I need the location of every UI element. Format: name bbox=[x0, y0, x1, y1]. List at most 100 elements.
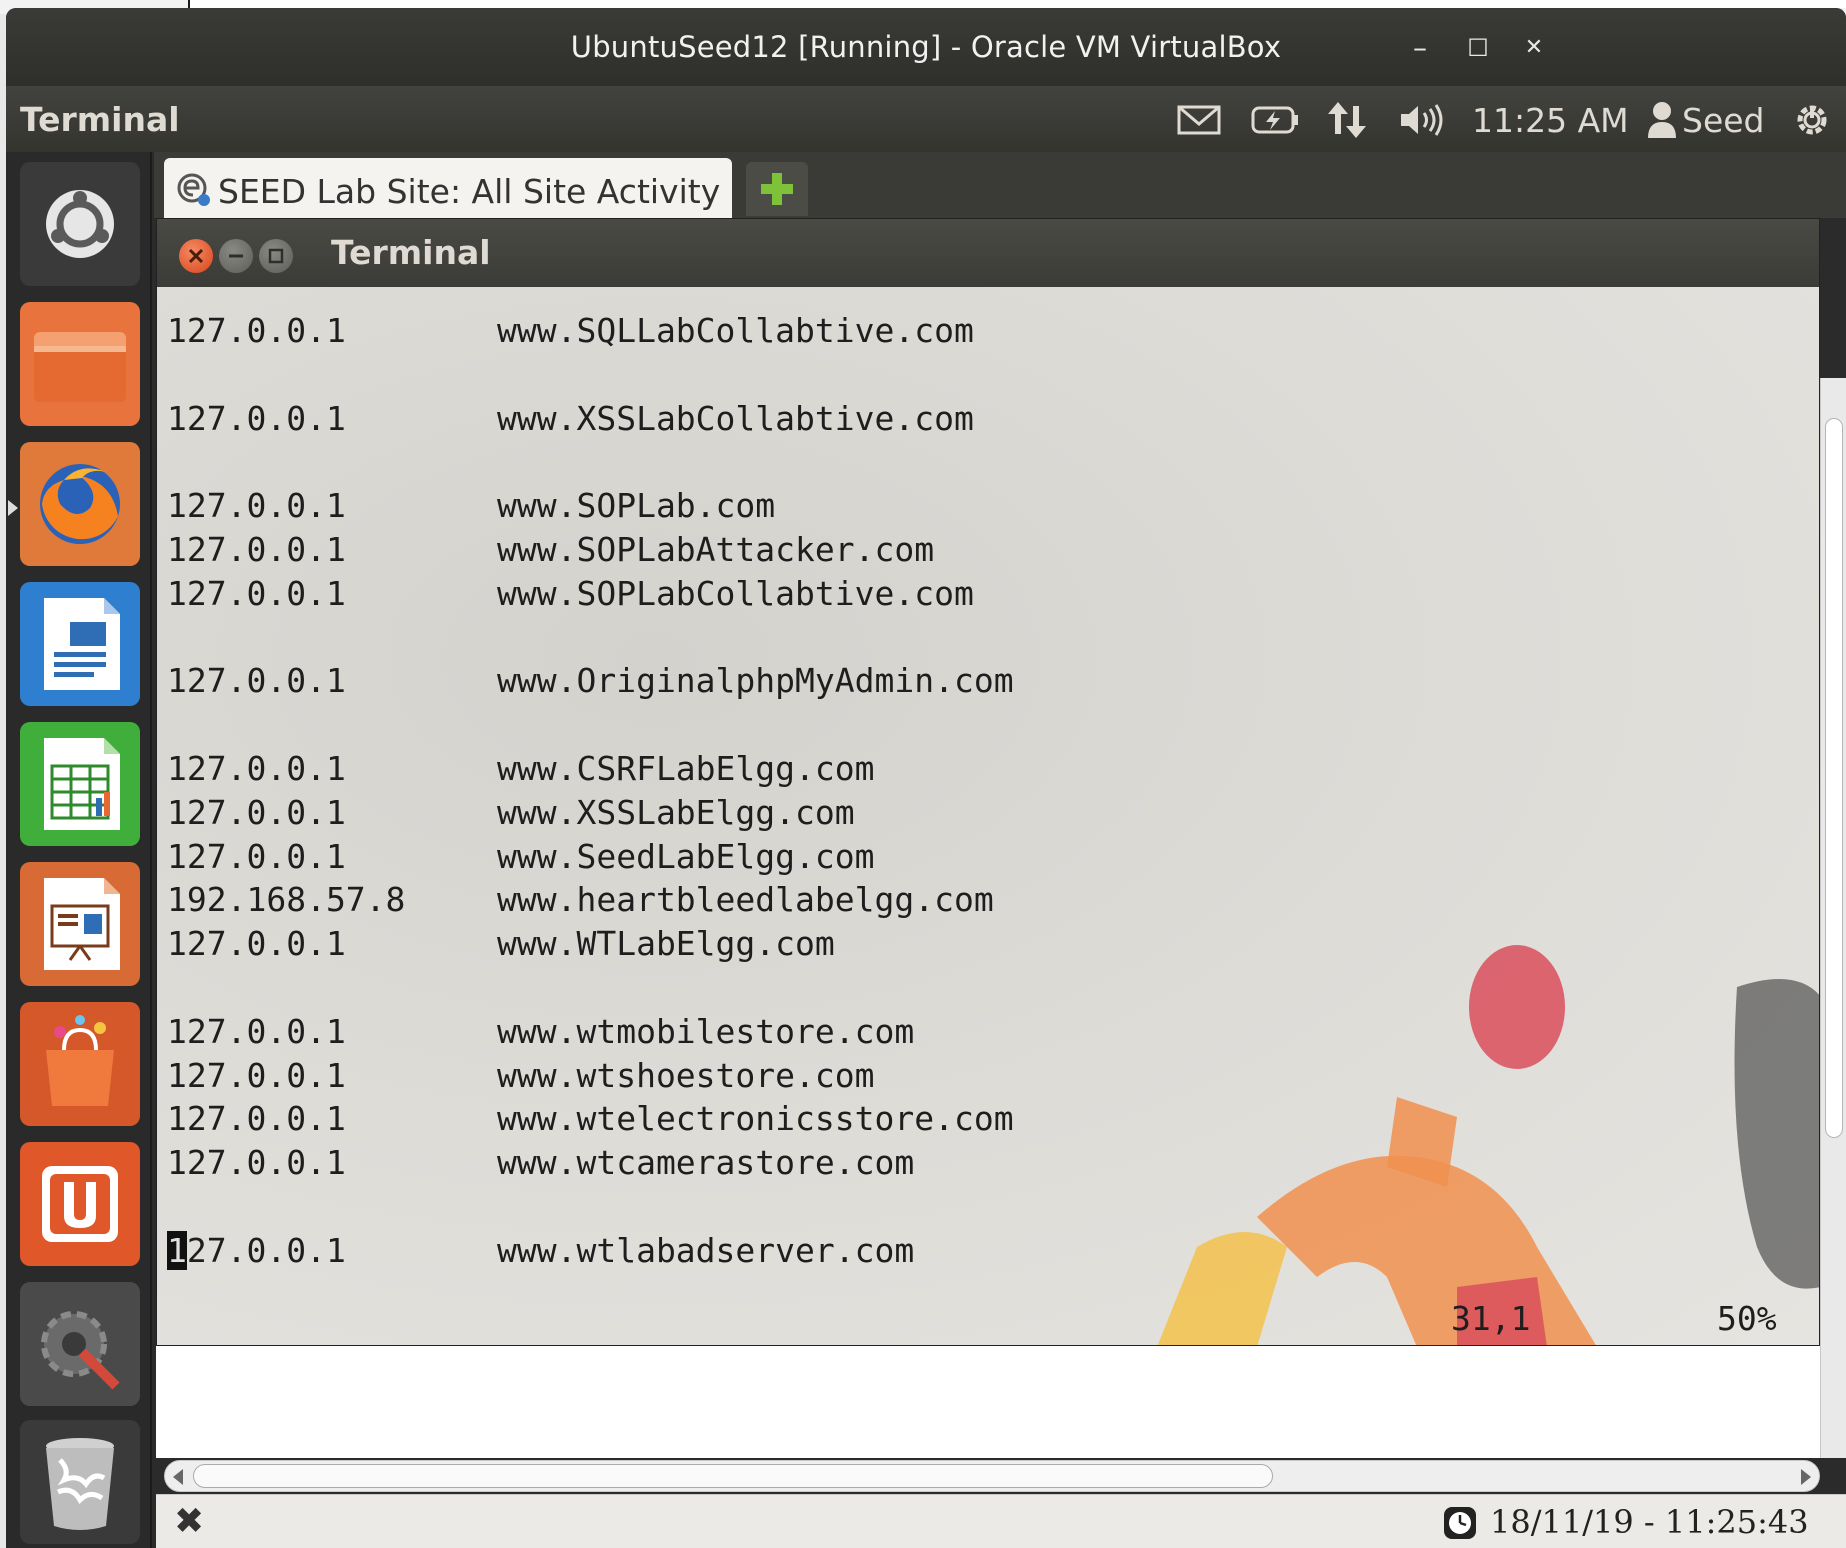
software-center-launcher-button[interactable] bbox=[20, 1002, 140, 1126]
page-horizontal-scrollbar[interactable] bbox=[164, 1460, 1820, 1492]
firefox-icon bbox=[40, 464, 120, 544]
hosts-ip-address: 127.0.0.1 bbox=[167, 573, 346, 613]
trash-icon bbox=[46, 1438, 114, 1530]
firefox-launcher-button[interactable] bbox=[20, 442, 140, 566]
terminal-window: Terminal 127.0.0.1 www.SQLLabCollabtive.c… bbox=[156, 218, 1820, 1346]
tab-seed-lab-site[interactable]: SEED Lab Site: All Site Activity bbox=[164, 158, 732, 218]
folder-icon bbox=[34, 332, 126, 402]
vm-close-button[interactable]: ✕ bbox=[1514, 28, 1554, 68]
ubuntu-one-launcher-button[interactable] bbox=[20, 1142, 140, 1266]
terminal-line: 127.0.0.1 www.SOPLabAttacker.com bbox=[167, 528, 1014, 572]
hosts-ip-address: 127.0.0.1 bbox=[167, 661, 346, 701]
terminal-line: 127.0.0.1 www.wtcamerastore.com bbox=[167, 1141, 1014, 1185]
terminal-line: 127.0.0.1 www.SQLLabCollabtive.com bbox=[167, 309, 1014, 353]
hosts-ip-address: 127.0.0.1 bbox=[167, 1143, 346, 1183]
terminal-minimize-button[interactable] bbox=[219, 239, 253, 273]
terminal-title: Terminal bbox=[331, 233, 491, 272]
hosts-hostname: www.wtmobilestore.com bbox=[497, 1011, 915, 1051]
hosts-hostname: www.SQLLabCollabtive.com bbox=[497, 311, 974, 350]
hosts-ip-address: 127.0.0.1 bbox=[167, 748, 346, 788]
hosts-hostname: www.CSRFLabElgg.com bbox=[497, 748, 875, 788]
settings-gear-wrench-icon bbox=[41, 1311, 120, 1390]
terminal-line-current: 127.0.0.1 www.wtlabadserver.com bbox=[167, 1229, 1014, 1273]
horizontal-scrollbar-thumb[interactable] bbox=[193, 1464, 1273, 1488]
volume-icon[interactable] bbox=[1398, 100, 1448, 140]
hosts-ip-address: 127.0.0.1 bbox=[167, 311, 346, 350]
vm-minimize-button[interactable]: – bbox=[1400, 28, 1440, 68]
browser-tab-strip: SEED Lab Site: All Site Activity bbox=[154, 152, 1846, 218]
panel-user-name[interactable]: Seed bbox=[1682, 101, 1765, 140]
writer-launcher-button[interactable] bbox=[20, 582, 140, 706]
user-icon[interactable] bbox=[1646, 100, 1678, 140]
hosts-ip-address: 127.0.0.1 bbox=[167, 1055, 346, 1095]
ubuntu-dash-button[interactable] bbox=[20, 162, 140, 286]
statusbar-timestamp: 18/11/19 - 11:25:43 am bbox=[1490, 1503, 1809, 1548]
calc-launcher-button[interactable] bbox=[20, 722, 140, 846]
hosts-hostname: www.XSSLabElgg.com bbox=[497, 792, 855, 832]
hosts-ip-address: 127.0.0.1 bbox=[167, 836, 346, 876]
minimize-icon bbox=[229, 254, 243, 258]
presentation-impress-icon bbox=[44, 878, 120, 970]
terminal-titlebar[interactable]: Terminal bbox=[157, 219, 1819, 287]
terminal-cursor: 1 bbox=[167, 1230, 187, 1270]
impress-launcher-button[interactable] bbox=[20, 862, 140, 986]
ubuntu-top-panel: Terminal 11:25 AM Seed bbox=[6, 86, 1846, 152]
vertical-scrollbar-thumb[interactable] bbox=[1825, 418, 1843, 1138]
hosts-hostname: www.SOPLabCollabtive.com bbox=[497, 573, 974, 613]
files-launcher-button[interactable] bbox=[20, 302, 140, 426]
hosts-hostname: www.SOPLab.com bbox=[497, 486, 776, 526]
vim-cursor-position: 31,1 bbox=[1451, 1299, 1531, 1338]
unity-launcher bbox=[6, 152, 152, 1548]
terminal-text: 127.0.0.1 www.SQLLabCollabtive.com 127.0.… bbox=[167, 309, 1014, 1273]
hosts-hostname: www.wtlabadserver.com bbox=[497, 1230, 915, 1270]
hosts-ip-address: 127.0.0.1 bbox=[167, 529, 346, 569]
page-vertical-scrollbar[interactable] bbox=[1820, 378, 1846, 1458]
hosts-ip-address: 127.0.0.1 bbox=[167, 792, 346, 832]
scroll-left-arrow-icon[interactable] bbox=[171, 1467, 185, 1487]
battery-icon[interactable] bbox=[1250, 100, 1300, 140]
network-icon[interactable] bbox=[1326, 100, 1370, 140]
panel-app-title: Terminal bbox=[20, 100, 180, 139]
hosts-hostname: www.SeedLabElgg.com bbox=[497, 836, 875, 876]
browser-status-bar: ✖ 18/11/19 - 11:25:43 am bbox=[156, 1494, 1846, 1548]
terminal-body[interactable]: 127.0.0.1 www.SQLLabCollabtive.com 127.0.… bbox=[157, 287, 1819, 1345]
trash-launcher-button[interactable] bbox=[20, 1420, 140, 1544]
system-settings-launcher-button[interactable] bbox=[20, 1282, 140, 1406]
ubuntu-logo-icon bbox=[46, 190, 114, 258]
plus-icon bbox=[761, 173, 793, 205]
terminal-line: 127.0.0.1 www.SeedLabElgg.com bbox=[167, 835, 1014, 879]
vm-titlebar[interactable]: UbuntuSeed12 [Running] - Oracle VM Virtu… bbox=[6, 8, 1846, 86]
hosts-ip-address: 127.0.0.1 bbox=[167, 924, 346, 964]
hosts-hostname: www.WTLabElgg.com bbox=[497, 924, 835, 964]
power-gear-icon[interactable] bbox=[1792, 100, 1832, 140]
hosts-hostname: www.OriginalphpMyAdmin.com bbox=[497, 661, 1014, 701]
terminal-line: 127.0.0.1 www.wtshoestore.com bbox=[167, 1054, 1014, 1098]
vm-maximize-button[interactable]: ☐ bbox=[1458, 28, 1498, 68]
mail-icon[interactable] bbox=[1176, 100, 1222, 140]
terminal-line: 127.0.0.1 www.CSRFLabElgg.com bbox=[167, 747, 1014, 791]
scroll-right-arrow-icon[interactable] bbox=[1799, 1467, 1813, 1487]
terminal-maximize-button[interactable] bbox=[259, 239, 293, 273]
terminal-line: 127.0.0.1 www.wtmobilestore.com bbox=[167, 1010, 1014, 1054]
vm-title: UbuntuSeed12 [Running] - Oracle VM Virtu… bbox=[570, 30, 1282, 64]
hosts-hostname: www.XSSLabCollabtive.com bbox=[497, 398, 974, 438]
terminal-line: 127.0.0.1 www.SOPLabCollabtive.com bbox=[167, 572, 1014, 616]
hosts-hostname: www.wtcamerastore.com bbox=[497, 1143, 915, 1183]
terminal-line: 127.0.0.1 www.XSSLabElgg.com bbox=[167, 791, 1014, 835]
statusbar-close-button[interactable]: ✖ bbox=[174, 1501, 204, 1542]
background-document-bar bbox=[188, 0, 1846, 8]
spreadsheet-calc-icon bbox=[44, 738, 120, 830]
terminal-line: 127.0.0.1 www.WTLabElgg.com bbox=[167, 922, 1014, 966]
hosts-ip-address: 127.0.0.1 bbox=[167, 486, 346, 526]
document-writer-icon bbox=[44, 598, 120, 690]
browser-page-area bbox=[156, 1346, 1820, 1458]
terminal-close-button[interactable] bbox=[179, 239, 213, 273]
terminal-line: 127.0.0.1 www.wtelectronicsstore.com bbox=[167, 1097, 1014, 1141]
new-tab-button[interactable] bbox=[746, 162, 808, 216]
terminal-line: 192.168.57.8 www.heartbleedlabelgg.com bbox=[167, 878, 1014, 922]
close-icon bbox=[188, 248, 204, 264]
panel-clock[interactable]: 11:25 AM bbox=[1472, 101, 1629, 140]
